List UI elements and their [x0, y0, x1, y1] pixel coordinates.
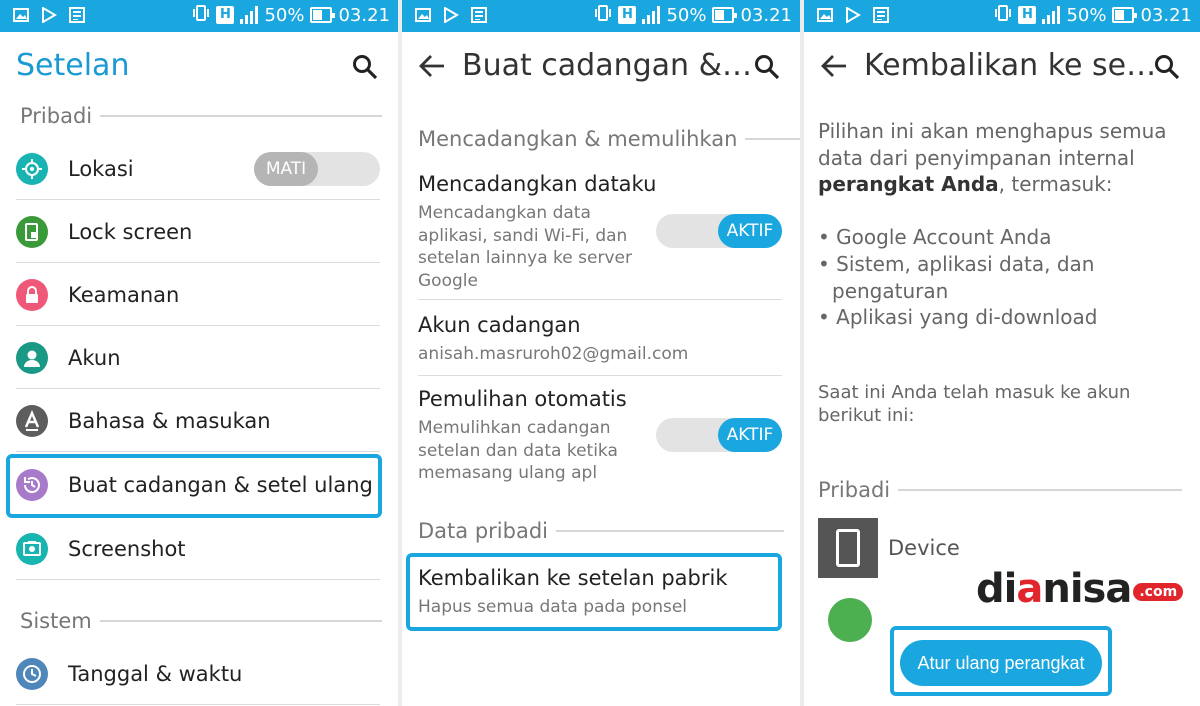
backup-data-desc: Mencadangkan data aplikasi, sandi Wi-Fi,… — [418, 203, 632, 291]
section-header-personal: Pribadi — [20, 104, 383, 128]
section-header-system: Sistem — [20, 609, 382, 633]
settings-item-screenshot[interactable]: Screenshot — [16, 518, 380, 580]
signal-icon — [240, 6, 259, 24]
battery-icon — [1112, 7, 1138, 23]
vibrate-icon — [994, 4, 1012, 26]
settings-item-date-time[interactable]: Tanggal & waktu — [16, 643, 380, 705]
gallery-notification-icon — [12, 6, 30, 24]
settings-item-accounts[interactable]: Akun — [16, 327, 380, 389]
factory-reset-title[interactable]: Kembalikan ke setelan pabrik — [418, 566, 727, 590]
reset-bullet-item: • Aplikasi yang di-download — [818, 305, 1098, 329]
signal-icon — [1042, 6, 1061, 24]
news-notification-icon — [68, 6, 86, 24]
settings-item-label: Screenshot — [68, 536, 186, 561]
location-toggle[interactable]: MATI — [254, 152, 380, 186]
page-title: Buat cadangan &… — [462, 48, 752, 83]
network-type-badge: H — [1018, 6, 1037, 24]
lock-screen-icon — [16, 215, 48, 248]
reset-bullet-item: • Google Account Anda — [818, 225, 1052, 249]
settings-item-label: Tanggal & waktu — [68, 661, 243, 686]
location-icon — [16, 152, 48, 185]
page-title: Kembalikan ke se… — [864, 48, 1157, 83]
auto-restore-desc: Memulihkan cadangan setelan dan data ket… — [418, 418, 618, 483]
settings-item-label: Akun — [68, 345, 121, 370]
account-notice-text: Saat ini Anda telah masuk ke akun beriku… — [818, 382, 1131, 426]
battery-icon — [712, 7, 738, 23]
search-icon[interactable] — [1154, 54, 1180, 80]
clock: 03.21 — [740, 4, 792, 26]
account-icon — [16, 341, 48, 374]
page-title: Setelan — [16, 48, 130, 83]
reset-device-button[interactable]: Atur ulang perangkat — [900, 640, 1102, 686]
gallery-notification-icon — [816, 6, 834, 24]
app-bar: Buat cadangan &… — [402, 32, 800, 104]
reset-intro-text: Pilihan ini akan menghapus semua data da… — [818, 119, 1167, 196]
settings-item-label: Bahasa & masukan — [68, 408, 271, 433]
backup-data-title[interactable]: Mencadangkan dataku — [418, 172, 656, 196]
account-device-label: Device — [888, 536, 960, 560]
search-icon[interactable] — [352, 54, 378, 80]
vibrate-icon — [192, 4, 210, 26]
settings-item-label: Lock screen — [68, 219, 193, 244]
factory-reset-desc: Hapus semua data pada ponsel — [418, 597, 688, 617]
settings-item-security[interactable]: Keamanan — [16, 264, 380, 326]
settings-item-language[interactable]: Bahasa & masukan — [16, 390, 380, 452]
settings-item-label: Lokasi — [68, 156, 134, 181]
phone-icon — [818, 518, 878, 578]
backup-data-toggle[interactable]: AKTIF — [656, 214, 782, 248]
highlight-frame — [6, 454, 382, 518]
settings-item-label: Keamanan — [68, 282, 180, 307]
section-header-personal-data: Data pribadi — [418, 519, 784, 543]
account-avatar — [828, 598, 872, 642]
play-store-notification-icon — [442, 6, 460, 24]
vibrate-icon — [594, 4, 612, 26]
gallery-notification-icon — [414, 6, 432, 24]
status-bar: H 50% 03.21 — [402, 0, 800, 32]
auto-restore-title[interactable]: Pemulihan otomatis — [418, 387, 627, 411]
play-store-notification-icon — [844, 6, 862, 24]
reset-bullet-item: • Sistem, aplikasi data, dan — [818, 252, 1095, 276]
clock-icon — [16, 657, 48, 690]
signal-icon — [642, 6, 661, 24]
watermark-logo: dianisa .com — [976, 566, 1184, 612]
news-notification-icon — [872, 6, 890, 24]
screenshot-icon — [16, 532, 48, 565]
factory-reset-screen: H 50% 03.21 Kembalikan ke se… Pilihan in… — [804, 0, 1200, 706]
toggle-state-label: AKTIF — [718, 214, 782, 248]
app-bar: Setelan — [0, 32, 398, 104]
network-type-badge: H — [216, 6, 235, 24]
settings-item-lock-screen[interactable]: Lock screen — [16, 201, 380, 263]
status-bar: H 50% 03.21 — [804, 0, 1200, 32]
status-bar: H 50% 03.21 — [0, 0, 398, 32]
reset-bullet-item: pengaturan — [832, 279, 949, 303]
clock: 03.21 — [338, 4, 390, 26]
app-bar: Kembalikan ke se… — [804, 32, 1200, 104]
lock-icon — [16, 278, 48, 311]
divider — [418, 299, 782, 300]
language-icon — [16, 404, 48, 437]
backup-account-email: anisah.masruroh02@gmail.com — [418, 344, 689, 364]
section-header-backup: Mencadangkan & memulihkan — [418, 127, 800, 151]
backup-reset-screen: H 50% 03.21 Buat cadangan &… Mencadangka… — [402, 0, 800, 706]
divider — [418, 375, 782, 376]
back-arrow-icon[interactable] — [418, 52, 446, 80]
section-header-personal: Pribadi — [818, 478, 1183, 502]
battery-percent: 50% — [666, 4, 707, 26]
auto-restore-toggle[interactable]: AKTIF — [656, 418, 782, 452]
play-store-notification-icon — [40, 6, 58, 24]
network-type-badge: H — [618, 6, 637, 24]
settings-screen: H 50% 03.21 Setelan Pribadi Lokasi MATI … — [0, 0, 398, 706]
clock: 03.21 — [1140, 4, 1192, 26]
battery-icon — [310, 7, 336, 23]
backup-account-title[interactable]: Akun cadangan — [418, 313, 581, 337]
search-icon[interactable] — [754, 54, 780, 80]
toggle-state-label: MATI — [254, 152, 318, 186]
battery-percent: 50% — [1066, 4, 1107, 26]
back-arrow-icon[interactable] — [820, 52, 848, 80]
highlight-frame — [406, 553, 782, 631]
news-notification-icon — [470, 6, 488, 24]
toggle-state-label: AKTIF — [718, 418, 782, 452]
battery-percent: 50% — [264, 4, 305, 26]
